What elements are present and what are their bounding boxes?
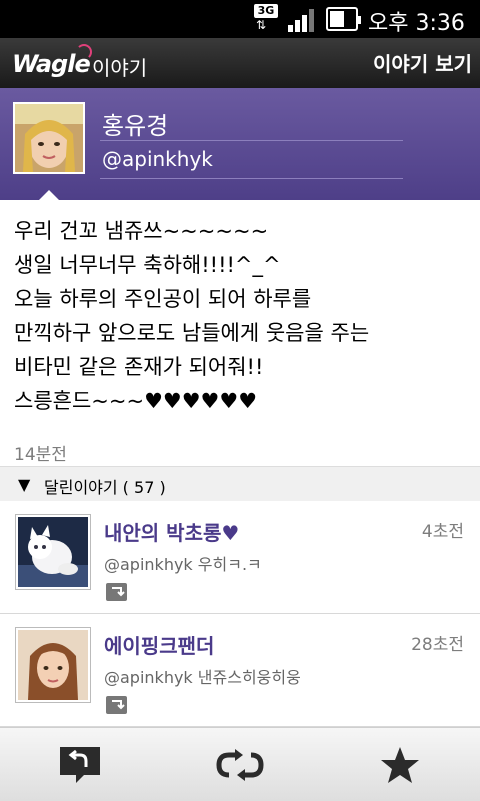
collapse-triangle-icon[interactable]: ▼	[18, 475, 30, 494]
post-line: 우리 건꼬 냄쥬쓰~~~~~~	[14, 219, 269, 243]
reply-retweet-icon[interactable]	[106, 696, 127, 714]
reply-text: 낸쥬스히웅히웅	[197, 668, 301, 687]
reply-meta: @apinkhyk 우히ㅋ.ㅋ	[104, 551, 262, 575]
reply-item[interactable]: 내안의 박초롱♥ 4초전 @apinkhyk 우히ㅋ.ㅋ	[0, 501, 480, 614]
reply-button[interactable]	[0, 728, 160, 801]
reply-author-name[interactable]: 에이핑크팬더	[104, 630, 214, 659]
view-stories-button[interactable]: 이야기 보기	[373, 48, 472, 77]
app-bar: Wagle 이야기 이야기 보기	[0, 38, 480, 88]
network-3g-icon: 3G ⇅	[254, 4, 278, 32]
replies-header[interactable]: ▼ 달린이야기 ( 57 )	[0, 466, 480, 502]
app-logo-suffix: 이야기	[92, 56, 148, 80]
reply-meta: @apinkhyk 낸쥬스히웅히웅	[104, 664, 301, 688]
status-bar: 3G ⇅ 오후 3:36	[0, 0, 480, 38]
star-icon	[381, 746, 419, 783]
reply-item[interactable]: 에이핑크팬더 28초전 @apinkhyk 낸쥬스히웅히웅	[0, 614, 480, 727]
post-timestamp: 14분전	[14, 445, 67, 465]
replies-count-label: 달린이야기 ( 57 )	[44, 478, 166, 497]
post-line: 비타민 같은 존재가 되어줘!!	[14, 355, 264, 379]
network-type-label: 3G	[254, 4, 278, 18]
post-line: 생일 너무너무 축하해!!!!^_^	[14, 253, 281, 277]
post-line: 만끽하구 앞으로도 남들에게 웃음을 주는	[14, 321, 370, 345]
reply-retweet-icon[interactable]	[106, 583, 127, 601]
reply-timestamp: 4초전	[421, 522, 464, 542]
data-arrows-icon: ⇅	[256, 18, 267, 32]
post-line: 오늘 하루의 주인공이 되어 하루를	[14, 287, 312, 311]
signal-strength-icon	[288, 8, 318, 32]
battery-icon	[326, 7, 361, 31]
post-body: 우리 건꼬 냄쥬쓰~~~~~~ 생일 너무너무 축하해!!!!^_^ 오늘 하루…	[14, 214, 474, 418]
reply-timestamp: 28초전	[411, 635, 464, 655]
reply-handle[interactable]: @apinkhyk	[104, 555, 193, 574]
profile-name[interactable]: 홍유경	[102, 106, 168, 141]
bottom-action-bar	[0, 727, 480, 801]
reply-author-name[interactable]: 내안의 박초롱♥	[104, 517, 239, 546]
reply-text: 우히ㅋ.ㅋ	[197, 555, 262, 574]
reply-icon	[60, 746, 100, 783]
profile-avatar[interactable]	[13, 102, 85, 174]
reply-handle[interactable]: @apinkhyk	[104, 668, 193, 687]
reply-avatar[interactable]	[15, 514, 91, 590]
clock: 오후 3:36	[368, 11, 465, 36]
profile-header[interactable]	[0, 88, 480, 200]
logo-signal-icon	[76, 44, 92, 60]
profile-handle[interactable]: @apinkhyk	[102, 147, 213, 171]
post-line: 스릉흔드~~~♥♥♥♥♥♥	[14, 389, 258, 413]
favorite-button[interactable]	[320, 728, 480, 801]
speech-pointer	[38, 190, 60, 201]
retweet-icon	[216, 748, 264, 781]
profile-divider	[100, 140, 403, 141]
profile-divider	[100, 178, 403, 179]
retweet-button[interactable]	[160, 728, 320, 801]
reply-avatar[interactable]	[15, 627, 91, 703]
